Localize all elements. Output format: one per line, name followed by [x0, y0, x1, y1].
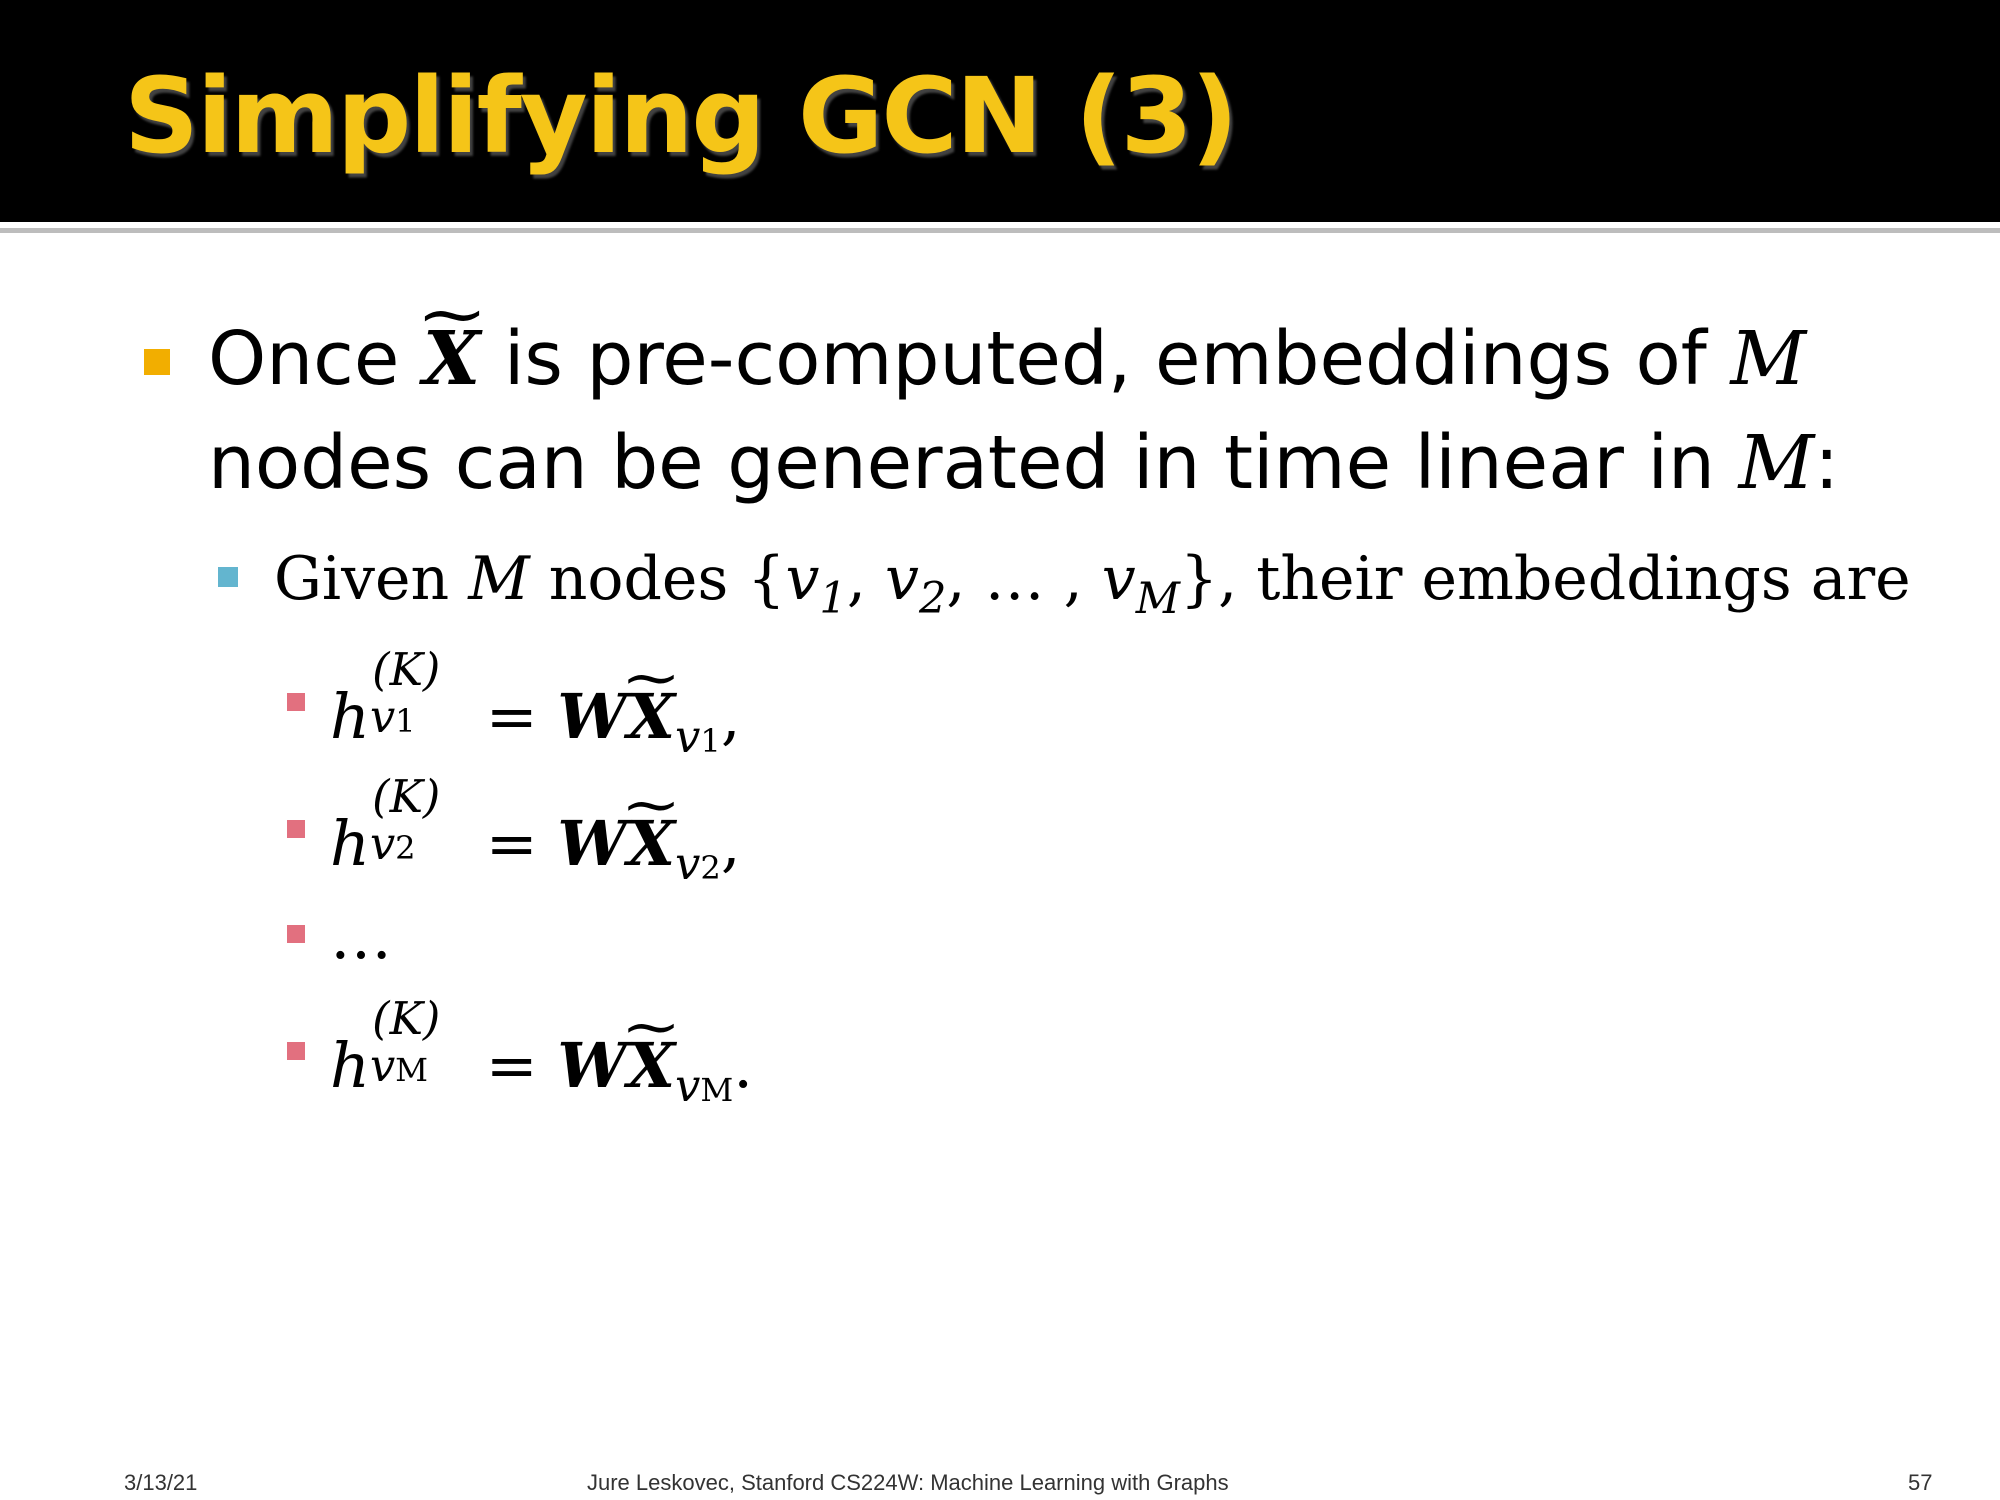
symbol-w: W: [557, 1029, 628, 1102]
equation-bullet-icon: [287, 693, 305, 711]
symbol-h: h: [330, 680, 370, 753]
equation-end: ,: [720, 807, 741, 880]
superscript-k: (K): [372, 644, 441, 697]
footer-page-number: 57: [1908, 1470, 1933, 1495]
bullet-line-1: Once X is pre-computed, embeddings of M: [208, 322, 1806, 396]
equation-bullet-icon: [287, 925, 305, 943]
symbol-w: W: [557, 680, 628, 753]
text-once: Once: [208, 316, 400, 402]
bullet-line-2: nodes can be generated in time linear in…: [208, 426, 1839, 500]
rhs-subscript-vm: vM: [675, 1060, 734, 1113]
equation-end: .: [733, 1029, 753, 1102]
text-dots: , … ,: [946, 544, 1102, 614]
header-shadow-rule: [0, 228, 2000, 233]
equation-v2: h(K)v2 = WXv2,: [330, 775, 741, 886]
equation-v1: h(K)v1 = WXv1,: [330, 648, 741, 759]
symbol-vm: v: [1101, 544, 1136, 614]
equation-ellipsis: …: [330, 900, 392, 973]
equals-sign: =: [466, 1029, 558, 1102]
footer-date: 3/13/21: [124, 1470, 198, 1495]
text-colon: :: [1814, 420, 1840, 506]
symbol-w: W: [557, 807, 628, 880]
x-tilde-symbol: X: [627, 813, 675, 875]
equation-vm: h(K)vM = WXvM.: [330, 997, 753, 1108]
subscript-v2: v2: [369, 817, 416, 870]
rhs-subscript-v2: v2: [675, 838, 721, 891]
subscript-1: 1: [819, 573, 847, 624]
subscript-2: 2: [918, 573, 947, 624]
superscript-k: (K): [372, 993, 441, 1046]
equation-bullet-icon: [287, 820, 305, 838]
equation-end: ,: [720, 680, 741, 753]
subscript-vm: vM: [369, 1039, 429, 1092]
symbol-m-2: M: [1738, 420, 1815, 506]
footer-credit: Jure Leskovec, Stanford CS224W: Machine …: [587, 1470, 1229, 1495]
subscript-v1: v1: [369, 690, 416, 743]
text-embeddings-are: }, their embeddings are: [1179, 544, 1911, 614]
text-linear-time: nodes can be generated in time linear in: [208, 420, 1739, 506]
x-tilde-symbol: X: [627, 1035, 675, 1097]
equals-sign: =: [466, 680, 558, 753]
symbol-v2: v: [885, 544, 919, 614]
slide-title: Simplifying GCN (3): [124, 55, 1238, 177]
x-tilde-symbol: X: [423, 322, 480, 396]
text-given: Given: [274, 544, 469, 614]
superscript-k: (K): [372, 771, 441, 824]
text-nodes: nodes {: [529, 544, 786, 614]
symbol-h: h: [330, 1029, 370, 1102]
equation-bullet-icon: [287, 1042, 305, 1060]
symbol-m: M: [1730, 316, 1807, 402]
bullet-square-icon: [144, 349, 170, 375]
symbol-v1: v: [785, 544, 820, 614]
symbol-h: h: [330, 807, 370, 880]
x-tilde-symbol: X: [627, 686, 675, 748]
sub-bullet-square-icon: [218, 567, 238, 587]
sub-bullet-line: Given M nodes {v1, v2, … , vM}, their em…: [274, 549, 1911, 620]
equals-sign: =: [466, 807, 558, 880]
rhs-subscript-v1: v1: [675, 711, 721, 764]
symbol-m-3: M: [468, 544, 530, 614]
subscript-m: M: [1135, 573, 1180, 624]
text-comma: ,: [846, 544, 886, 614]
text-precomputed: is pre-computed, embeddings of: [480, 316, 1731, 402]
